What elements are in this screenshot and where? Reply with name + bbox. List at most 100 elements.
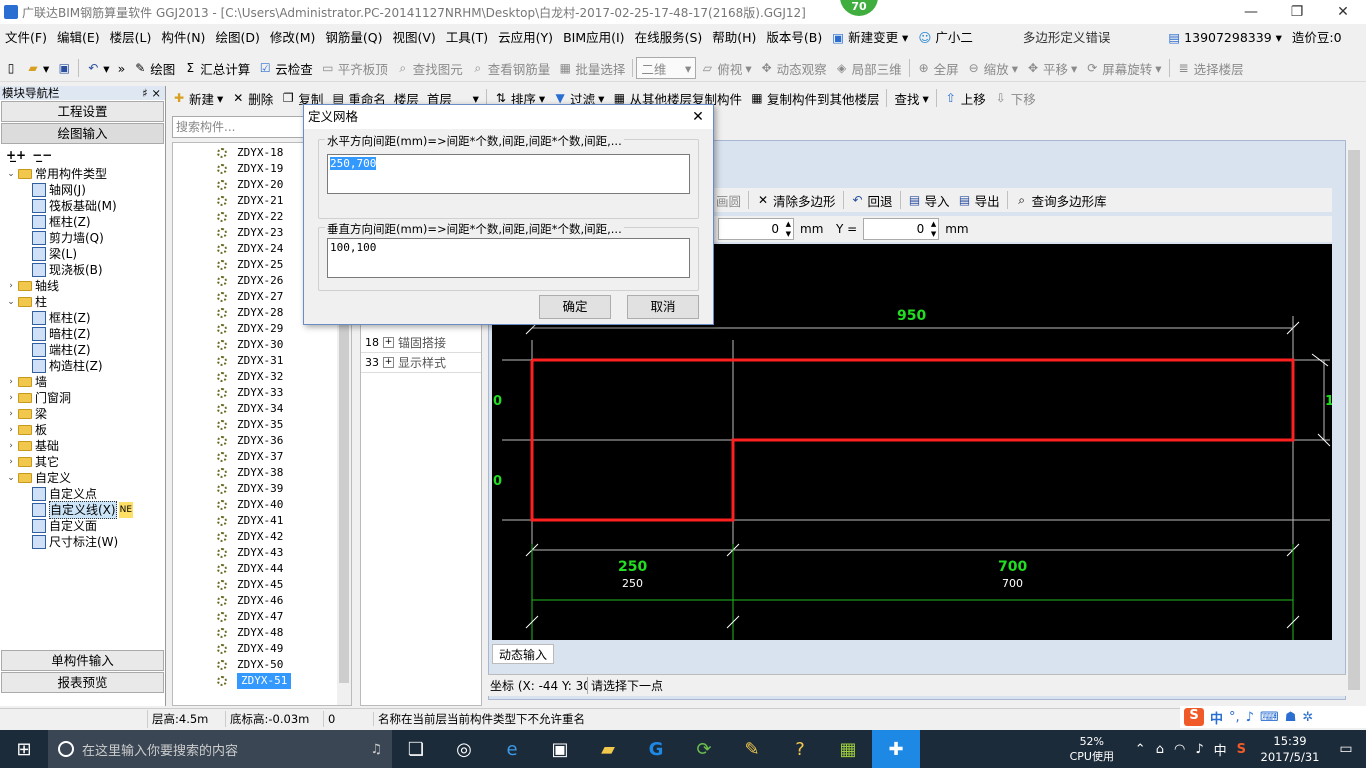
dynamic-view-button[interactable]: ✥ 动态观察 xyxy=(756,57,831,79)
store-icon[interactable]: ▣ xyxy=(536,730,584,768)
network-icon[interactable]: ⌂ xyxy=(1156,742,1164,757)
expand-icon[interactable]: + xyxy=(383,357,394,368)
action-center-icon[interactable]: ▭ xyxy=(1326,730,1366,768)
tree-component-item[interactable]: 构造柱(Z) xyxy=(0,358,165,374)
find-button[interactable]: 查找 ▾ xyxy=(890,87,932,109)
keyboard-icon[interactable]: ⌨ xyxy=(1260,710,1279,725)
component-list-item[interactable]: ZDYX-40 xyxy=(173,497,351,513)
component-list-item[interactable]: ZDYX-51 xyxy=(173,673,351,689)
draw-input-button[interactable]: 绘图输入 xyxy=(1,123,164,144)
component-list-item[interactable]: ZDYX-48 xyxy=(173,625,351,641)
component-list-item[interactable]: ZDYX-50 xyxy=(173,657,351,673)
refresh-app-icon[interactable]: ⟳ xyxy=(680,730,728,768)
delete-button[interactable]: ✕ 删除 xyxy=(227,87,277,109)
tree-component-item[interactable]: 尺寸标注(W) xyxy=(0,534,165,550)
component-list-item[interactable]: ZDYX-38 xyxy=(173,465,351,481)
glodon-icon[interactable]: G xyxy=(632,730,680,768)
edge-icon[interactable]: e xyxy=(488,730,536,768)
price-bean[interactable]: 造价豆:0 xyxy=(1287,26,1347,50)
tree-component-item[interactable]: 筏板基础(M) xyxy=(0,198,165,214)
start-button[interactable]: ⊞ xyxy=(0,730,48,768)
tree-folder[interactable]: › 板 xyxy=(0,422,165,438)
tray-expand-icon[interactable]: ⌃ xyxy=(1135,742,1146,757)
prop-row[interactable]: 33 + 显示样式 xyxy=(361,353,481,373)
component-list-item[interactable]: ZDYX-47 xyxy=(173,609,351,625)
menu-tools[interactable]: 工具(T) xyxy=(441,26,493,50)
sogou-icon[interactable]: S xyxy=(1184,708,1204,726)
spin-icon[interactable]: ▲ ▼ xyxy=(931,219,936,239)
zoom-button[interactable]: ⊖ 缩放 ▾ xyxy=(963,57,1022,79)
expand-all-icon[interactable]: +̲+ xyxy=(6,148,26,162)
mic-icon[interactable]: ♫ xyxy=(370,742,392,757)
new-file-button[interactable]: ▯ xyxy=(0,57,22,79)
spin-icon[interactable]: ▲ ▼ xyxy=(786,219,791,239)
menu-file[interactable]: 文件(F) xyxy=(0,26,52,50)
query-library-button[interactable]: ⌕ 查询多边形库 xyxy=(1011,189,1111,211)
tray-lang[interactable]: 中 xyxy=(1214,740,1227,759)
assistant-button[interactable]: ☺ 广小二 xyxy=(913,26,978,50)
menu-help[interactable]: 帮助(H) xyxy=(707,26,761,50)
component-list-item[interactable]: ZDYX-34 xyxy=(173,401,351,417)
top-view-button[interactable]: ▱ 俯视 ▾ xyxy=(696,57,755,79)
sogou-tray-icon[interactable]: S xyxy=(1237,742,1246,757)
tree-component-item[interactable]: 暗柱(Z) xyxy=(0,326,165,342)
ggj-app-icon[interactable]: ✚ xyxy=(872,730,920,768)
collapse-all-icon[interactable]: −̲− xyxy=(32,148,52,162)
notes-icon[interactable]: ✎ xyxy=(728,730,776,768)
component-list-item[interactable]: ZDYX-37 xyxy=(173,449,351,465)
menu-component[interactable]: 构件(N) xyxy=(156,26,210,50)
menu-rebar[interactable]: 钢筋量(Q) xyxy=(320,26,387,50)
y-input[interactable]: 0 ▲ ▼ xyxy=(863,218,940,240)
tree-toggle-icon[interactable]: ⌄ xyxy=(6,166,16,182)
wifi-icon[interactable]: ◠ xyxy=(1174,742,1185,757)
tree-component-item[interactable]: 自定义面 xyxy=(0,518,165,534)
tree-component-item[interactable]: 自定义线(X) NE xyxy=(0,501,165,519)
tree-toggle-icon[interactable]: › xyxy=(6,374,16,390)
project-settings-button[interactable]: 工程设置 xyxy=(1,101,164,122)
tree-folder[interactable]: ⌄ 柱 xyxy=(0,294,165,310)
tree-component-item[interactable]: 轴网(J) xyxy=(0,182,165,198)
local-3d-button[interactable]: ◈ 局部三维 xyxy=(831,57,906,79)
tree-toggle-icon[interactable]: › xyxy=(6,406,16,422)
mic-icon[interactable]: ♪ xyxy=(1246,710,1254,725)
level-slab-button[interactable]: ▭ 平齐板顶 xyxy=(317,57,392,79)
menu-cloud[interactable]: 云应用(Y) xyxy=(493,26,558,50)
tree-component-item[interactable]: 框柱(Z) xyxy=(0,214,165,230)
view-mode-select[interactable]: 二维 ▾ xyxy=(636,57,697,79)
component-list-item[interactable]: ZDYX-31 xyxy=(173,353,351,369)
component-list-item[interactable]: ZDYX-42 xyxy=(173,529,351,545)
sum-calc-button[interactable]: Σ 汇总计算 xyxy=(179,57,254,79)
minimize-button[interactable]: — xyxy=(1228,0,1274,24)
file-explorer-icon[interactable]: ▰ xyxy=(584,730,632,768)
batch-select-button[interactable]: ▦ 批量选择 xyxy=(554,57,629,79)
select-floor-button[interactable]: ≣ 选择楼层 xyxy=(1173,57,1248,79)
component-list-item[interactable]: ZDYX-36 xyxy=(173,433,351,449)
menu-floor[interactable]: 楼层(L) xyxy=(105,26,157,50)
move-up-button[interactable]: ⇧ 上移 xyxy=(940,87,990,109)
toolbar-expand[interactable]: » xyxy=(114,57,130,79)
horizontal-spacing-input[interactable]: 250,700 xyxy=(327,154,690,194)
import-button[interactable]: ▤ 导入 xyxy=(904,189,954,211)
tree-folder[interactable]: ⌄ 自定义 xyxy=(0,470,165,486)
component-list-item[interactable]: ZDYX-32 xyxy=(173,369,351,385)
component-list-item[interactable]: ZDYX-44 xyxy=(173,561,351,577)
tree-folder[interactable]: › 墙 xyxy=(0,374,165,390)
notification-icon[interactable]: ☐ xyxy=(1361,26,1366,50)
ok-button[interactable]: 确定 xyxy=(539,295,611,319)
cancel-button[interactable]: 取消 xyxy=(627,295,699,319)
help-app-icon[interactable]: ? xyxy=(776,730,824,768)
export-button[interactable]: ▤ 导出 xyxy=(954,189,1004,211)
tree-toggle-icon[interactable]: ⌄ xyxy=(6,294,16,310)
cloud-check-button[interactable]: ☑ 云检查 xyxy=(254,57,317,79)
main-scroll-thumb[interactable] xyxy=(1348,150,1360,690)
task-view-icon[interactable]: ❏ xyxy=(392,730,440,768)
draw-circle-button[interactable]: 画圆 xyxy=(712,189,745,211)
main-scrollbar[interactable] xyxy=(1346,140,1362,700)
report-preview-button[interactable]: 报表预览 xyxy=(1,672,164,693)
poly-undo-button[interactable]: ↶ 回退 xyxy=(847,189,897,211)
move-down-button[interactable]: ⇩ 下移 xyxy=(990,87,1040,109)
tree-component-item[interactable]: 梁(L) xyxy=(0,246,165,262)
tree-component-item[interactable]: 现浇板(B) xyxy=(0,262,165,278)
prop-row[interactable]: 18 + 锚固搭接 xyxy=(361,333,481,353)
menu-bim[interactable]: BIM应用(I) xyxy=(558,26,630,50)
